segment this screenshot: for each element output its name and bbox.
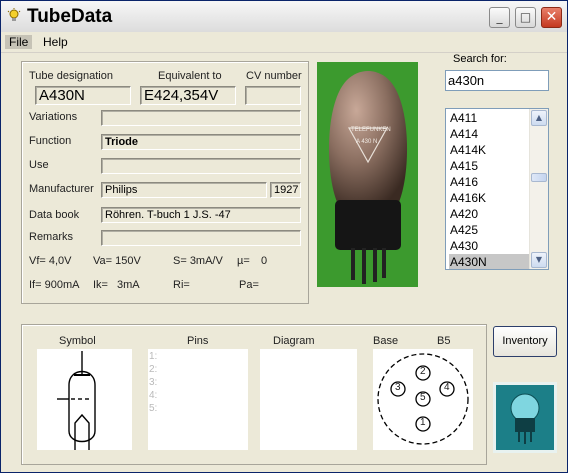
- list-item[interactable]: A416: [449, 174, 530, 190]
- databook-label: Data book: [29, 209, 80, 221]
- use-label: Use: [29, 159, 49, 171]
- base-pin-4: 4: [444, 382, 450, 393]
- tube-designation-label: Tube designation: [29, 70, 113, 82]
- close-icon: ✕: [545, 9, 558, 25]
- pin-number: 5:: [149, 403, 158, 414]
- inventory-button[interactable]: Inventory: [493, 326, 557, 357]
- pa-label: Pa=: [239, 279, 259, 291]
- title-bar[interactable]: TubeData _ □ ✕: [1, 1, 567, 32]
- pin-number: 1:: [149, 351, 158, 362]
- maximize-button[interactable]: □: [515, 7, 536, 28]
- function-field[interactable]: Triode: [101, 134, 301, 150]
- list-item[interactable]: A430: [449, 238, 530, 254]
- list-scrollbar[interactable]: ▲ ▼: [529, 109, 548, 269]
- menu-file[interactable]: File: [5, 35, 33, 49]
- list-item[interactable]: A415: [449, 158, 530, 174]
- scroll-down-button[interactable]: ▼: [531, 252, 547, 268]
- ik-label: Ik=: [93, 279, 108, 291]
- variations-field[interactable]: [101, 110, 301, 126]
- ri-label: Ri=: [173, 279, 190, 291]
- ik-value: 3mA: [117, 279, 140, 291]
- minimize-button[interactable]: _: [489, 7, 510, 28]
- diagram-box: [260, 349, 357, 450]
- tube-photo-type: A 430 N: [356, 139, 378, 145]
- list-item-selected[interactable]: A430N: [449, 254, 530, 269]
- menu-bar: File Help: [1, 33, 567, 53]
- search-input[interactable]: a430n: [445, 70, 549, 91]
- base-pin-3: 3: [395, 382, 401, 393]
- remarks-label: Remarks: [29, 231, 74, 243]
- symbol-label: Symbol: [59, 335, 96, 347]
- pin-number: 3:: [149, 377, 158, 388]
- list-item[interactable]: A425: [449, 222, 530, 238]
- variations-label: Variations: [29, 111, 78, 123]
- lightbulb-icon: [6, 8, 22, 24]
- tube-photo: TELEFUNKEN A 430 N: [317, 62, 418, 287]
- list-item[interactable]: A416K: [449, 190, 530, 206]
- list-item[interactable]: A414K: [449, 142, 530, 158]
- mu-value: 0: [261, 255, 268, 267]
- window-title: TubeData: [27, 6, 113, 27]
- minimize-icon: _: [496, 10, 503, 24]
- tube-designation-field[interactable]: A430N: [35, 86, 131, 105]
- pins-box: [148, 349, 248, 450]
- mu-label: µ=: [237, 255, 250, 267]
- base-pin-1: 1: [420, 417, 426, 428]
- tube-list[interactable]: A411 A414 A414K A415 A416 A416K A420 A42…: [445, 108, 549, 270]
- base-box: 1 2 3 4 5: [373, 349, 473, 450]
- tube-logo-icon: [493, 382, 557, 453]
- base-pin-2: 2: [420, 366, 426, 377]
- base-label: Base: [373, 335, 399, 347]
- vf-value: Vf= 4,0V: [29, 255, 72, 267]
- if-value: If= 900mA: [29, 279, 80, 291]
- scroll-thumb[interactable]: [531, 173, 547, 182]
- cv-number-label: CV number: [246, 70, 302, 82]
- equivalent-field[interactable]: E424,354V: [140, 86, 236, 105]
- search-label: Search for:: [453, 53, 507, 65]
- cv-number-field[interactable]: [245, 86, 301, 105]
- databook-field[interactable]: Röhren. T-buch 1 J.S. -47: [101, 207, 301, 223]
- menu-help[interactable]: Help: [39, 35, 72, 49]
- va-value: Va= 150V: [93, 255, 141, 267]
- remarks-field[interactable]: [101, 230, 301, 246]
- year-field[interactable]: 1927: [270, 182, 301, 198]
- list-item[interactable]: A420: [449, 206, 530, 222]
- pin-number: 4:: [149, 390, 158, 401]
- manufacturer-label: Manufacturer: [29, 183, 94, 195]
- list-item[interactable]: A411: [449, 110, 530, 126]
- diagram-label: Diagram: [273, 335, 315, 347]
- symbol-box: [37, 349, 132, 450]
- use-field[interactable]: [101, 158, 301, 174]
- pin-number: 2:: [149, 364, 158, 375]
- close-button[interactable]: ✕: [541, 7, 562, 28]
- base-value: B5: [437, 335, 451, 347]
- base-pin-5: 5: [420, 392, 426, 403]
- equivalent-label: Equivalent to: [158, 70, 222, 82]
- tube-logo: [493, 382, 557, 453]
- function-label: Function: [29, 135, 72, 147]
- main-window: TubeData _ □ ✕ File Help Tube designatio…: [0, 0, 568, 473]
- tube-photo-brand: TELEFUNKEN: [351, 127, 391, 133]
- list-item[interactable]: A414: [449, 126, 530, 142]
- manufacturer-field[interactable]: Philips: [101, 182, 267, 198]
- maximize-icon: □: [519, 10, 532, 24]
- triode-symbol-icon: [57, 351, 96, 450]
- pins-label: Pins: [187, 335, 209, 347]
- s-value: S= 3mA/V: [173, 255, 223, 267]
- scroll-up-button[interactable]: ▲: [531, 110, 547, 126]
